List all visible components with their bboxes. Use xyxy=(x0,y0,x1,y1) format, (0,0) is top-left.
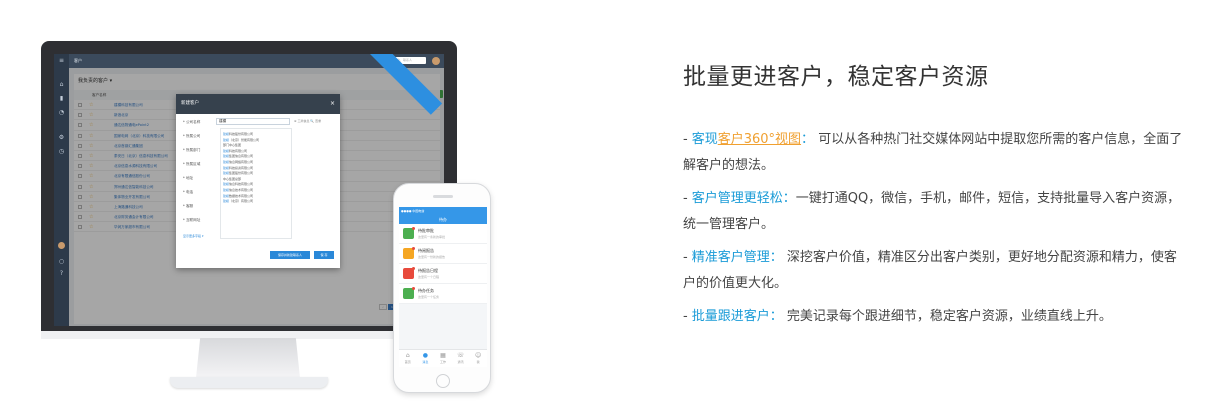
todo-item[interactable]: 待阅报告这里有一份新的报告 xyxy=(399,244,487,264)
phone-tab[interactable]: ☺ 我 xyxy=(471,350,485,367)
todo-title: 待办任务 xyxy=(418,288,434,293)
todo-item[interactable]: 待办任务这里有一个任务 xyxy=(399,284,487,304)
monitor-base xyxy=(170,377,328,388)
phone-screen: ●●●● 中国电信 待办 待批审批 这里有一条新的审批 待阅报告 这里有一份新的报告待… xyxy=(399,207,487,367)
phone-status-bar: ●●●● 中国电信 xyxy=(399,207,487,215)
badge-dot xyxy=(412,227,415,230)
todo-subtitle: 这里有一份新的报告 xyxy=(418,255,446,259)
tab-label: 工作 xyxy=(439,360,446,364)
feature-lead: 批量跟进客户： xyxy=(691,309,783,324)
lookup-links[interactable]: ⊕ 工商信息 🔍 查重 xyxy=(294,119,321,123)
suggestion-rest: 集团股份有限公司 xyxy=(229,171,254,176)
help-icon[interactable]: ? xyxy=(58,270,65,277)
suggestion-rest: 信息科技有限公司 xyxy=(229,182,254,187)
modal-field-label: * 地址 xyxy=(183,176,194,180)
phone-tab[interactable]: ● 消息 xyxy=(418,350,432,367)
phone-tab[interactable]: ▦ 工作 xyxy=(436,350,450,367)
suggestion-rest: 科技股份有限公司 xyxy=(229,132,254,136)
desktop-screen: ≡ ⌂ ▮ ◔ ⚙ ◷ ○ ? 客户 搜索客户、联系人 我负责的客户 ▾ 客户名… xyxy=(54,54,444,326)
todo-item[interactable]: 待报告日程这里有一个日程 xyxy=(399,264,487,284)
home-icon[interactable]: ⌂ xyxy=(58,81,65,88)
phone-tabbar: ⌂ 首页 ● 消息 ▦ 工作 ☏ 通讯 ☺ 我 xyxy=(399,349,487,367)
modal-field-label: * 电话 xyxy=(183,190,194,194)
home-button[interactable] xyxy=(436,374,450,388)
modal-field-label: * 公司名称 xyxy=(183,120,201,124)
feature-item: - 客户管理更轻松：一键打通QQ，微信，手机，邮件，短信，支持批量导入客户资源，统… xyxy=(683,191,1181,232)
modal-header: 新建客户 × xyxy=(176,94,340,114)
modal-field-label: * 所属区域 xyxy=(183,162,201,166)
tab-icon: ⌂ xyxy=(405,352,410,359)
left-rail: ≡ ⌂ ▮ ◔ ⚙ ◷ ○ ? xyxy=(54,54,69,326)
suggestion-rest: 数据技术有限公司 xyxy=(229,193,254,198)
pie-icon[interactable]: ◔ xyxy=(58,109,65,116)
modal-title: 新建客户 xyxy=(181,101,199,106)
todo-subtitle: 这里有一个日程 xyxy=(418,275,440,279)
phone-speaker xyxy=(433,195,453,198)
phone-tab[interactable]: ☏ 通讯 xyxy=(454,350,468,367)
close-icon[interactable]: × xyxy=(330,94,335,114)
suggestion-rest: 科技有限公司 xyxy=(229,148,248,153)
feature-lead: 客户管理更轻松： xyxy=(691,191,796,206)
customer-360-link[interactable]: 客户360°视图 xyxy=(718,132,801,147)
tab-icon: ☏ xyxy=(456,352,465,359)
suggestion-rest: 信息网络有限公司 xyxy=(229,159,254,164)
feature-list: - 客现客户360°视图： 可以从各种热门社交媒体网站中提取您所需的客户信息，全面… xyxy=(683,127,1188,337)
todo-title: 待阅报告 xyxy=(418,248,434,253)
todo-title: 待批审批 xyxy=(418,228,434,233)
menu-icon[interactable]: ≡ xyxy=(58,57,65,64)
todo-subtitle: 这里有一个任务 xyxy=(418,295,440,299)
company-name-input[interactable]: 建模 xyxy=(216,118,290,125)
feature-text: 完美记录每个跟进细节，稳定客户资源，业绩直线上升。 xyxy=(782,309,1112,324)
page-headline: 批量更进客户，稳定客户资源 xyxy=(683,64,989,90)
top-avatar[interactable] xyxy=(432,57,440,65)
tab-label: 通讯 xyxy=(457,360,464,364)
modal-field-label: * 互联网址 xyxy=(183,218,201,222)
settings-icon[interactable]: ⚙ xyxy=(58,134,65,141)
save-button[interactable]: 保 存 xyxy=(314,251,334,259)
feature-lead: 客现 xyxy=(691,132,718,147)
clock-icon[interactable]: ◷ xyxy=(58,148,65,155)
save-and-new-button[interactable]: 保存并新建联系人 xyxy=(270,251,310,259)
suggestion-item[interactable]: 建模（北京）有限公司 xyxy=(223,199,289,205)
modal-field-label: * 所属公司 xyxy=(183,134,201,138)
suggestion-rest: 部门中心集团 xyxy=(223,143,242,148)
new-customer-modal: 新建客户 × * 公司名称 * 所属公司 * 所属部门 * 所属区域 * 地址 * 电话 *… xyxy=(176,94,340,268)
user-avatar[interactable] xyxy=(58,242,65,249)
suggestion-rest: 中心集团总部 xyxy=(223,176,242,181)
tab-icon: ☺ xyxy=(475,352,482,359)
feature-item: - 批量跟进客户： 完美记录每个跟进细节，稳定客户资源，业绩直线上升。 xyxy=(683,309,1112,324)
monitor-stand xyxy=(196,338,300,378)
tab-label: 我 xyxy=(476,360,480,364)
suggestion-rest: （北京）智能有限公司 xyxy=(229,137,260,142)
tab-icon: ● xyxy=(422,352,429,359)
tab-label: 消息 xyxy=(422,360,429,364)
feature-lead: 精准客户管理： xyxy=(691,250,783,265)
todo-item[interactable]: 待批审批这里有一条新的审批 xyxy=(399,224,487,244)
todo-subtitle: 这里有一条新的审批 xyxy=(418,235,446,239)
feature-lead-suffix: ： xyxy=(801,132,815,147)
modal-field-label: * 客服 xyxy=(183,204,194,208)
suggestion-rest: （北京）有限公司 xyxy=(229,199,254,204)
topbar-title: 客户 xyxy=(74,58,82,63)
suggestion-rest: 科技投资有限公司 xyxy=(229,165,254,170)
feature-item: - 客现客户360°视图： 可以从各种热门社交媒体网站中提取您所需的客户信息，全面… xyxy=(683,132,1183,173)
suggestion-dropdown: 建模科技股份有限公司 建模（北京）智能有限公司 部门中心集团 建模科技有限公司 建模集团… xyxy=(220,128,292,239)
phone-mockup: ●●●● 中国电信 待办 待批审批 这里有一条新的审批 待阅报告 这里有一份新的报告待… xyxy=(393,183,491,393)
chart-icon[interactable]: ▮ xyxy=(58,95,65,102)
badge-dot xyxy=(412,287,415,290)
todo-title: 待报告日程 xyxy=(418,268,438,273)
phone-title: 待办 xyxy=(399,215,487,224)
feature-item: - 精准客户管理： 深挖客户价值，精准区分出客户类别，更好地分配资源和精力，使客户… xyxy=(683,250,1177,291)
more-fields-link[interactable]: 显示更多字段 ▾ xyxy=(183,234,203,238)
modal-field-label: * 所属部门 xyxy=(183,148,201,152)
badge-dot xyxy=(412,247,415,250)
tab-icon: ▦ xyxy=(440,352,446,359)
suggestion-rest: 集团信息有限公司 xyxy=(229,154,254,159)
tab-label: 首页 xyxy=(404,360,411,364)
badge-dot xyxy=(412,267,415,270)
phone-tab[interactable]: ⌂ 首页 xyxy=(401,350,415,367)
suggestion-rest: 信息技术有限公司 xyxy=(229,187,254,192)
search-icon[interactable]: ○ xyxy=(58,258,65,265)
